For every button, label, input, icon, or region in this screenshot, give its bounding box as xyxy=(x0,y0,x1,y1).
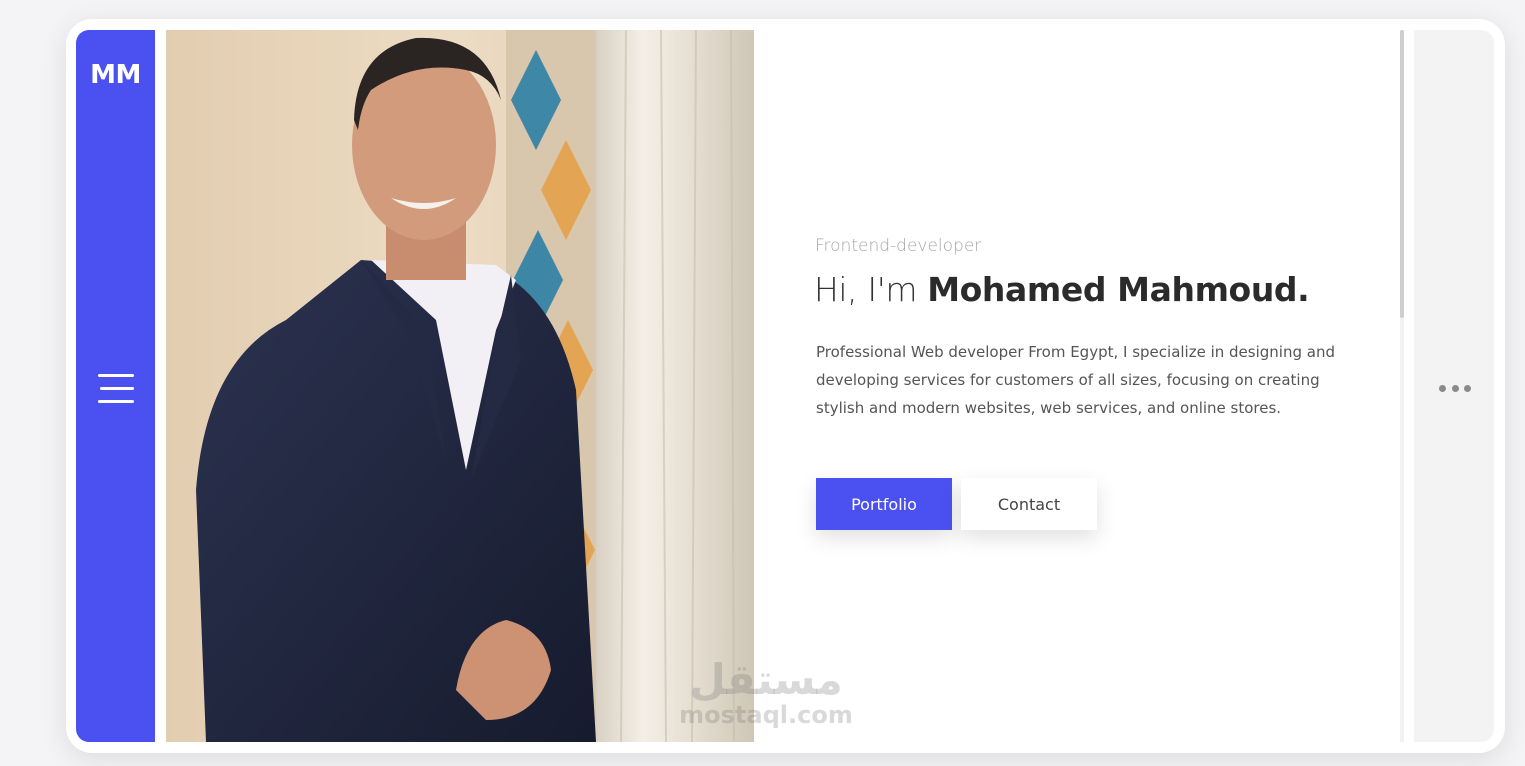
hero-headline: Hi, I'm Mohamed Mahmoud. xyxy=(814,270,1310,309)
content-scrollbar[interactable] xyxy=(1400,30,1404,742)
watermark-latin: mostaql.com xyxy=(679,701,853,729)
scrollbar-thumb[interactable] xyxy=(1400,30,1404,318)
app-frame: MM Frontend-developer Hi, I'm Mohamed Ma… xyxy=(66,19,1505,753)
hero-name: Mohamed Mahmoud. xyxy=(927,270,1310,309)
site-logo[interactable]: MM xyxy=(76,60,155,90)
more-horizontal-icon[interactable] xyxy=(1439,383,1471,393)
hero-section: Frontend-developer Hi, I'm Mohamed Mahmo… xyxy=(754,30,1400,742)
contact-button[interactable]: Contact xyxy=(961,478,1097,530)
hero-description: Professional Web developer From Egypt, I… xyxy=(816,343,1335,417)
hero-greeting: Hi, I'm xyxy=(814,270,918,309)
hamburger-menu-icon[interactable] xyxy=(94,372,138,406)
profile-photo-illustration xyxy=(166,30,754,742)
watermark-arabic: مستقل xyxy=(689,655,843,704)
profile-photo xyxy=(166,30,754,742)
left-sidebar: MM xyxy=(76,30,155,742)
portfolio-button[interactable]: Portfolio xyxy=(816,478,952,530)
hero-subtitle: Frontend-developer xyxy=(815,236,982,256)
mostaql-watermark: مستقل mostaql.com xyxy=(666,655,866,729)
right-side-panel xyxy=(1414,30,1494,742)
